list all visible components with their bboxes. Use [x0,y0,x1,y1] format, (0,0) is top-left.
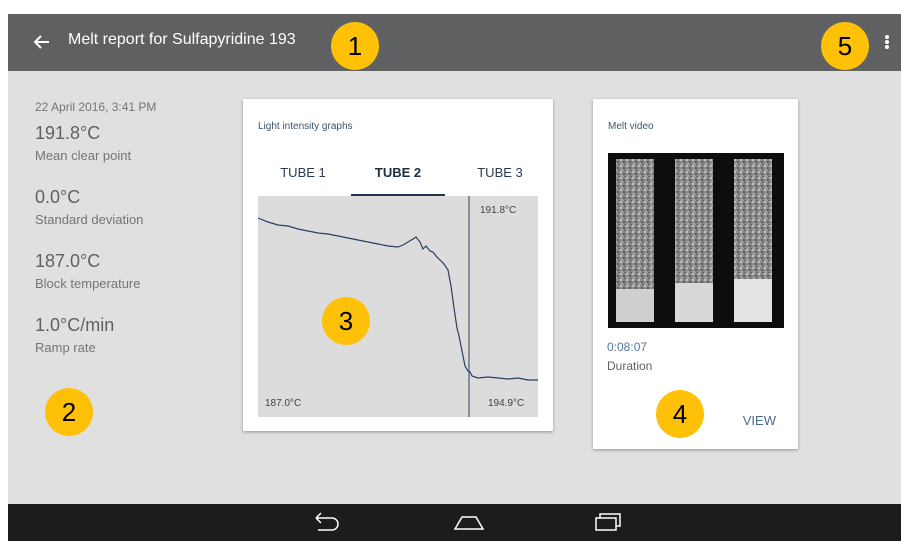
app-frame: Melt report for Sulfapyridine 193 22 Apr… [8,14,901,504]
nav-home-button[interactable] [452,512,486,537]
block-temperature-value: 187.0°C [35,251,101,271]
video-thumbnail[interactable] [608,153,784,328]
video-duration-value: 0:08:07 [607,340,648,354]
light-intensity-title: Light intensity graphs [258,121,353,132]
end-temperature-label: 194.9°C [488,398,525,409]
ramp-rate-label: Ramp rate [35,340,96,355]
overflow-menu-button[interactable] [879,30,895,54]
light-intensity-card: Light intensity graphs TUBE 1 TUBE 2 TUB… [243,99,553,431]
callout-3: 3 [322,297,370,345]
app-bar: Melt report for Sulfapyridine 193 [8,14,901,71]
callout-4: 4 [656,390,704,438]
block-temperature-label: Block temperature [35,276,141,291]
report-date: 22 April 2016, 3:41 PM [35,100,157,114]
callout-1: 1 [331,22,379,70]
nav-recents-button[interactable] [593,512,623,537]
tab-tube-2[interactable]: TUBE 2 [351,165,445,180]
arrow-left-icon [33,35,49,49]
ramp-rate-value: 1.0°C/min [35,315,115,335]
home-icon [453,516,485,530]
system-nav-bar [8,504,901,541]
page-title: Melt report for Sulfapyridine 193 [68,31,296,48]
mean-clear-point-label: Mean clear point [35,148,132,163]
recents-icon [595,513,621,531]
view-video-button[interactable]: VIEW [743,413,776,428]
melt-video-title: Melt video [608,121,654,132]
light-intensity-graph: 191.8°C 187.0°C 194.9°C [258,196,538,417]
tab-tube-1[interactable]: TUBE 1 [261,165,345,180]
intensity-trace [258,196,538,417]
callout-2: 2 [45,388,93,436]
back-icon [315,512,339,531]
video-duration-label: Duration [607,359,653,373]
clear-point-label: 191.8°C [480,205,517,216]
mean-clear-point-value: 191.8°C [35,123,101,143]
more-vert-icon [885,35,889,49]
tab-tube-3[interactable]: TUBE 3 [455,165,545,180]
standard-deviation-label: Standard deviation [35,212,144,227]
back-button[interactable] [30,30,54,54]
nav-back-button[interactable] [310,512,342,537]
start-temperature-label: 187.0°C [265,398,302,409]
standard-deviation-value: 0.0°C [35,187,81,207]
callout-5: 5 [821,22,869,70]
